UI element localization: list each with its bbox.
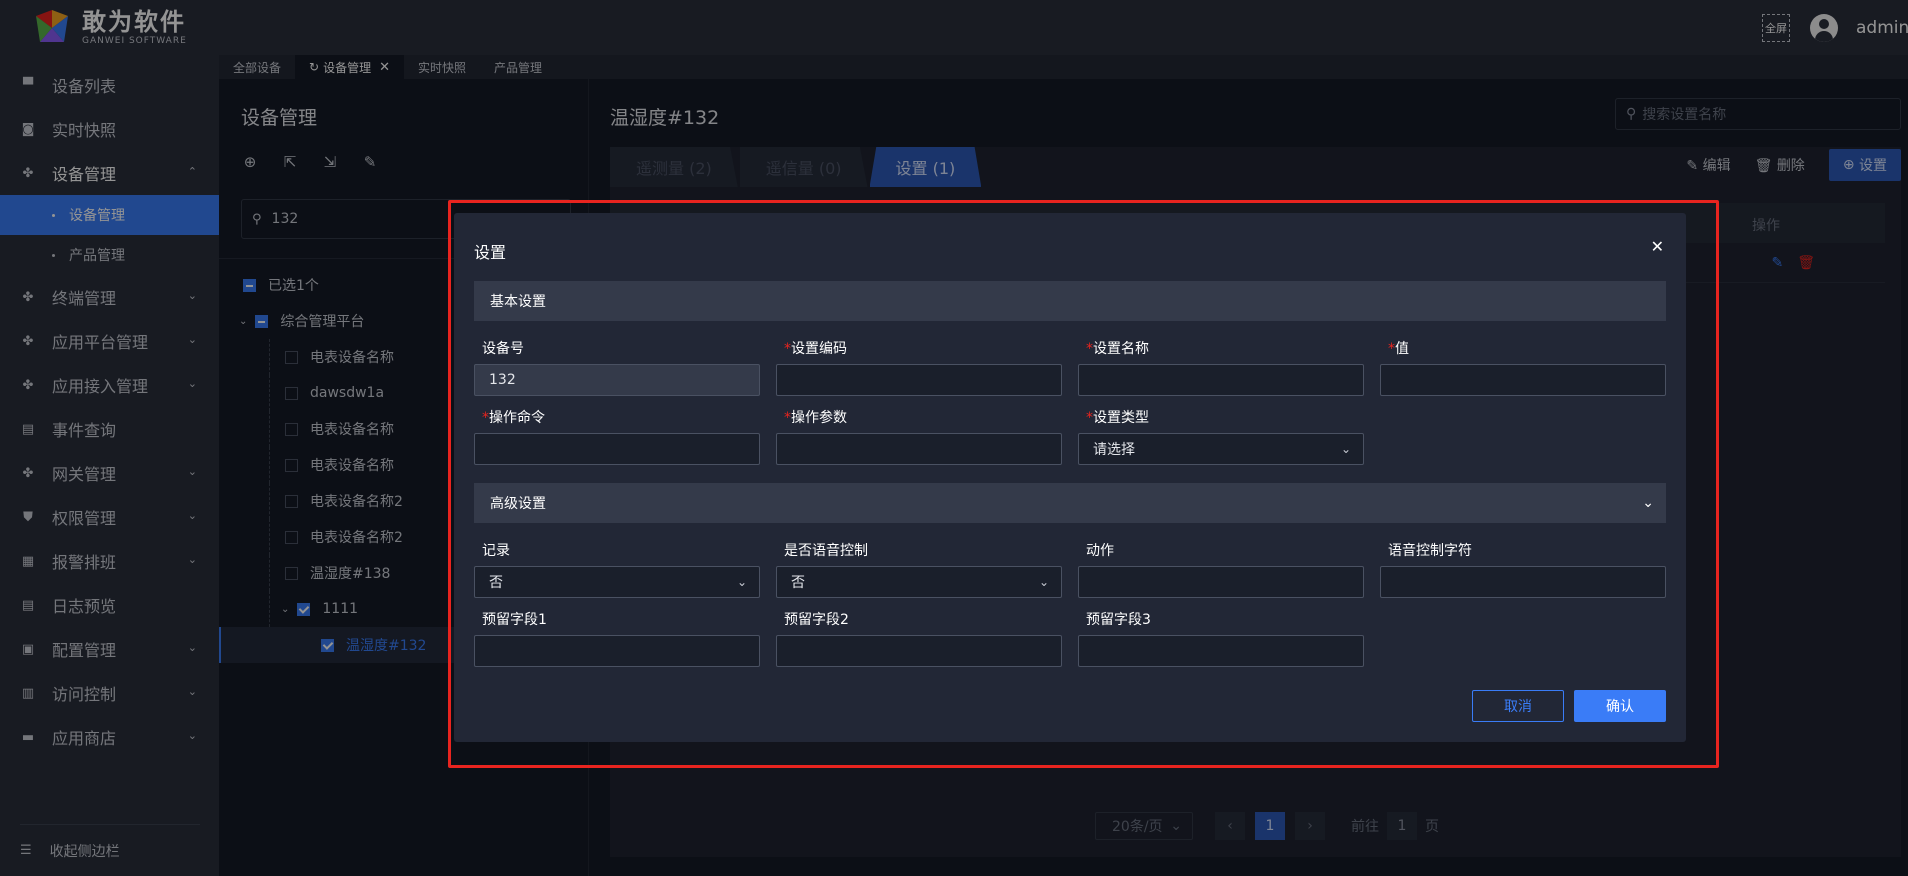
action-input[interactable] [1078, 566, 1364, 598]
chevron-down-icon[interactable]: ⌄ [1642, 495, 1654, 511]
reserve3-input[interactable] [1078, 635, 1364, 667]
record-select[interactable]: 否 ⌄ [474, 566, 760, 598]
device-no-input[interactable]: 132 [474, 364, 760, 396]
set-name-input[interactable] [1078, 364, 1364, 396]
chevron-down-icon: ⌄ [1038, 575, 1049, 589]
reserve1-field: 预留字段1 [474, 609, 760, 667]
basic-settings-section: 基本设置 [474, 281, 1666, 321]
voice-control-select[interactable]: 否 ⌄ [776, 566, 1062, 598]
close-icon[interactable]: ✕ [1651, 237, 1664, 256]
action-field: 动作 [1078, 540, 1364, 598]
set-name-field: *设置名称 [1078, 338, 1364, 396]
device-no-field: 设备号 132 [474, 338, 760, 396]
op-cmd-field: *操作命令 [474, 407, 760, 465]
op-param-input[interactable] [776, 433, 1062, 465]
value-field: *值 [1380, 338, 1666, 396]
set-code-field: *设置编码 [776, 338, 1062, 396]
record-field: 记录 否 ⌄ [474, 540, 760, 598]
value-input[interactable] [1380, 364, 1666, 396]
cancel-button[interactable]: 取消 [1472, 690, 1564, 722]
set-code-input[interactable] [776, 364, 1062, 396]
op-param-field: *操作参数 [776, 407, 1062, 465]
op-cmd-input[interactable] [474, 433, 760, 465]
confirm-button[interactable]: 确认 [1574, 690, 1666, 722]
dialog-title: 设置 [474, 243, 507, 262]
voice-string-field: 语音控制字符 [1380, 540, 1666, 598]
set-type-select[interactable]: 请选择 ⌄ [1078, 433, 1364, 465]
advanced-settings-section[interactable]: 高级设置 ⌄ [474, 483, 1666, 523]
reserve3-field: 预留字段3 [1078, 609, 1364, 667]
chevron-down-icon: ⌄ [736, 575, 747, 589]
reserve1-input[interactable] [474, 635, 760, 667]
settings-dialog: 设置 ✕ 基本设置 设备号 132 *设置编码 *设置名称 *值 *操作命令 *… [454, 213, 1686, 742]
reserve2-input[interactable] [776, 635, 1062, 667]
chevron-down-icon: ⌄ [1340, 442, 1351, 456]
set-type-field: *设置类型 请选择 ⌄ [1078, 407, 1364, 465]
voice-string-input[interactable] [1380, 566, 1666, 598]
reserve2-field: 预留字段2 [776, 609, 1062, 667]
voice-control-field: 是否语音控制 否 ⌄ [776, 540, 1062, 598]
